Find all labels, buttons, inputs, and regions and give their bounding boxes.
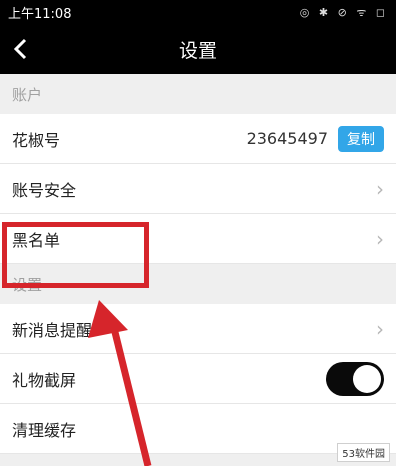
watermark-logo: 53软件园	[337, 443, 390, 462]
red-arrow-icon	[88, 300, 152, 466]
